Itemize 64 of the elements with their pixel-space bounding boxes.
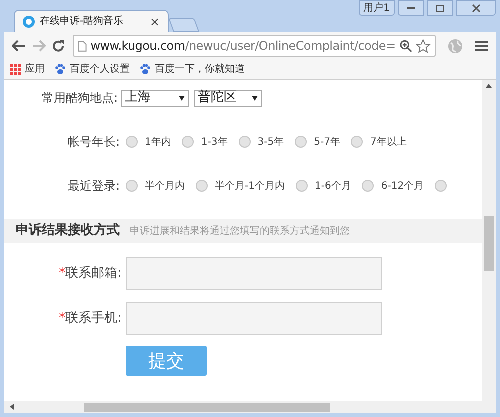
field-label: 常用酷狗地点:	[42, 90, 118, 107]
vertical-scrollbar[interactable]	[482, 80, 496, 401]
section-title: 申诉结果接收方式	[16, 222, 120, 240]
reload-icon[interactable]	[52, 40, 65, 52]
radio-label: 3-5年	[258, 136, 284, 150]
text-field[interactable]	[126, 257, 382, 290]
page-icon	[78, 40, 87, 52]
dropdown-arrow-icon	[179, 96, 186, 100]
radio-button[interactable]	[435, 180, 448, 192]
url-text: www.kugou.com/newuc/user/OnlineComplaint/code=	[90, 38, 396, 55]
section-note: 申诉进展和结果将通过您填写的联系方式通知到您	[130, 224, 350, 238]
bookmark[interactable]: 百度一下，你就知道	[140, 62, 245, 77]
forward-icon[interactable]	[32, 40, 46, 52]
field-label: 帐号年长:	[68, 134, 120, 151]
close-icon	[472, 4, 480, 12]
browser-tab[interactable]: 在线申诉-酷狗音乐 ×	[14, 10, 169, 32]
radio-label: 5-7年	[314, 136, 340, 150]
radio-label: 半个月-1个月内	[215, 180, 286, 194]
paw-icon	[140, 64, 151, 75]
zoom-icon[interactable]	[400, 40, 412, 52]
radio-button[interactable]	[362, 180, 374, 192]
bookmark[interactable]: 百度个人设置	[55, 62, 130, 77]
tab-title: 在线申诉-酷狗音乐	[40, 14, 125, 29]
radio-button[interactable]	[182, 136, 194, 148]
radio-button[interactable]	[295, 136, 308, 148]
logo-icon	[23, 16, 35, 28]
radio-button[interactable]	[126, 180, 138, 192]
bookmark[interactable]: 应用	[10, 62, 45, 77]
menu-icon[interactable]	[475, 40, 488, 52]
radio-button[interactable]	[351, 136, 364, 148]
dropdown[interactable]: 上海	[121, 90, 190, 106]
dropdown-arrow-icon	[252, 96, 258, 100]
radio-label: 1-6个月	[315, 180, 352, 194]
tab-close-button[interactable]: ×	[150, 16, 160, 28]
new-tab-button[interactable]	[168, 18, 200, 32]
user-badge[interactable]: 用户1	[358, 0, 395, 16]
radio-label: 7年以上	[370, 136, 407, 150]
radio-label: 半个月内	[145, 180, 186, 194]
radio-button[interactable]	[296, 180, 308, 192]
maximize-button[interactable]	[427, 0, 453, 16]
text-field[interactable]	[126, 302, 382, 335]
field-label: *联系手机:	[58, 310, 122, 328]
close-button[interactable]	[456, 0, 496, 16]
radio-label: 1-3年	[201, 136, 228, 150]
scroll-left-icon[interactable]	[10, 404, 14, 410]
field-label: *联系邮箱:	[58, 264, 122, 283]
scrollbar-thumb[interactable]	[484, 216, 494, 271]
address-bar[interactable]: www.kugou.com/newuc/user/OnlineComplaint/code=	[73, 35, 436, 57]
dropdown[interactable]: 普陀区	[194, 90, 262, 106]
scroll-up-icon[interactable]	[486, 84, 492, 88]
radio-label: 1年内	[145, 136, 172, 150]
radio-label: 6-12个月	[381, 180, 424, 194]
radio-button[interactable]	[126, 136, 138, 148]
apps-icon	[10, 64, 21, 75]
scrollbar-thumb[interactable]	[84, 402, 330, 412]
globe-icon[interactable]	[448, 38, 463, 54]
radio-button[interactable]	[196, 180, 208, 192]
paw-icon	[55, 64, 66, 75]
radio-button[interactable]	[238, 136, 251, 148]
field-label: 最近登录:	[68, 178, 120, 195]
back-icon[interactable]	[12, 40, 26, 52]
minimize-button[interactable]	[398, 0, 424, 16]
horizontal-scrollbar[interactable]	[4, 401, 496, 413]
star-icon[interactable]	[416, 39, 431, 53]
